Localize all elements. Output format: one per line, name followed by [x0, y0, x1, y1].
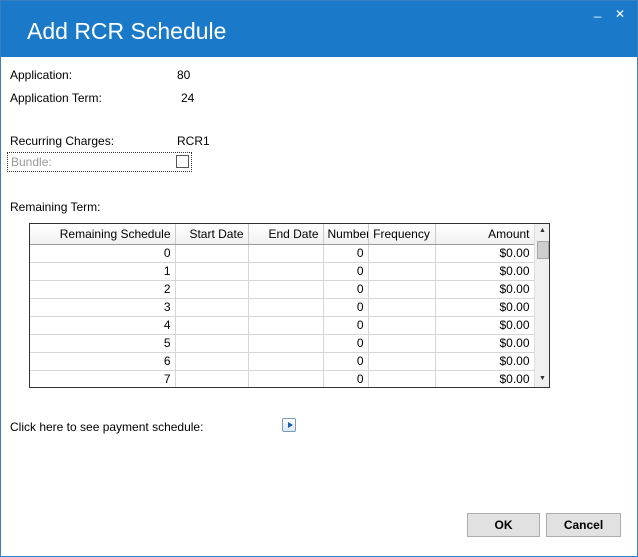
cell-frequency[interactable]: [368, 280, 436, 299]
cell-remaining-schedule[interactable]: 0: [30, 244, 176, 263]
cell-number[interactable]: 0: [323, 370, 369, 387]
cell-remaining-schedule[interactable]: 3: [30, 298, 176, 317]
application-term-value: 24: [181, 91, 195, 105]
table-row[interactable]: 7 0 $0.00: [30, 370, 535, 387]
bundle-checkbox[interactable]: [176, 155, 189, 168]
table-row[interactable]: 0 0 $0.00: [30, 244, 535, 263]
cell-remaining-schedule[interactable]: 6: [30, 352, 176, 371]
grid-header-row: Remaining Schedule Start Date End Date N…: [30, 224, 535, 245]
application-label: Application:: [10, 68, 73, 82]
cell-start-date[interactable]: [175, 316, 249, 335]
dialog-title: Add RCR Schedule: [27, 18, 227, 44]
cell-end-date[interactable]: [248, 262, 324, 281]
cell-frequency[interactable]: [368, 262, 436, 281]
cell-frequency[interactable]: [368, 370, 436, 387]
column-header-amount[interactable]: Amount: [435, 224, 535, 245]
cell-frequency[interactable]: [368, 316, 436, 335]
ok-button[interactable]: OK: [467, 513, 540, 537]
cell-frequency[interactable]: [368, 352, 436, 371]
cell-number[interactable]: 0: [323, 316, 369, 335]
cell-end-date[interactable]: [248, 352, 324, 371]
cell-remaining-schedule[interactable]: 4: [30, 316, 176, 335]
column-header-frequency[interactable]: Frequency: [368, 224, 436, 245]
cell-end-date[interactable]: [248, 244, 324, 263]
cell-number[interactable]: 0: [323, 334, 369, 353]
remaining-term-label: Remaining Term:: [10, 200, 101, 214]
bundle-label: Bundle:: [11, 155, 52, 169]
cell-frequency[interactable]: [368, 334, 436, 353]
application-term-label: Application Term:: [10, 91, 102, 105]
cell-amount[interactable]: $0.00: [435, 280, 535, 299]
cell-amount[interactable]: $0.00: [435, 244, 535, 263]
table-row[interactable]: 1 0 $0.00: [30, 262, 535, 281]
cell-number[interactable]: 0: [323, 262, 369, 281]
application-value: 80: [177, 68, 191, 82]
play-arrow-icon[interactable]: [282, 418, 296, 432]
column-header-remaining-schedule[interactable]: Remaining Schedule: [30, 224, 176, 245]
add-rcr-schedule-dialog: Add RCR Schedule _ ✕ Application: 80 App…: [0, 0, 638, 557]
column-header-start-date[interactable]: Start Date: [175, 224, 249, 245]
cell-amount[interactable]: $0.00: [435, 298, 535, 317]
cell-start-date[interactable]: [175, 334, 249, 353]
cell-remaining-schedule[interactable]: 2: [30, 280, 176, 299]
cell-amount[interactable]: $0.00: [435, 370, 535, 387]
cell-start-date[interactable]: [175, 298, 249, 317]
cell-number[interactable]: 0: [323, 244, 369, 263]
cell-remaining-schedule[interactable]: 1: [30, 262, 176, 281]
minimize-icon[interactable]: _: [594, 3, 601, 18]
bundle-field[interactable]: Bundle:: [7, 152, 192, 172]
cell-frequency[interactable]: [368, 298, 436, 317]
scroll-down-icon[interactable]: ▼: [539, 375, 546, 382]
close-icon[interactable]: ✕: [615, 7, 625, 21]
table-row[interactable]: 3 0 $0.00: [30, 298, 535, 317]
table-row[interactable]: 2 0 $0.00: [30, 280, 535, 299]
grid-vertical-scrollbar[interactable]: ▲ ▼: [534, 224, 549, 387]
grid-body: 0 0 $0.00 1 0 $0.00 2 0 $0.00 3 0 $0.00 4 0 $0.00 5 0 $0.…: [30, 244, 535, 387]
cell-start-date[interactable]: [175, 280, 249, 299]
title-bar: Add RCR Schedule _ ✕: [1, 1, 637, 57]
payment-schedule-label: Click here to see payment schedule:: [10, 420, 204, 434]
cell-number[interactable]: 0: [323, 280, 369, 299]
remaining-schedule-grid[interactable]: Remaining Schedule Start Date End Date N…: [29, 223, 550, 388]
cell-amount[interactable]: $0.00: [435, 334, 535, 353]
cell-start-date[interactable]: [175, 262, 249, 281]
recurring-charges-label: Recurring Charges:: [10, 134, 115, 148]
schedule-table: Remaining Schedule Start Date End Date N…: [30, 224, 535, 387]
cell-remaining-schedule[interactable]: 7: [30, 370, 176, 387]
recurring-charges-value: RCR1: [177, 134, 210, 148]
table-row[interactable]: 6 0 $0.00: [30, 352, 535, 371]
cell-start-date[interactable]: [175, 244, 249, 263]
cell-end-date[interactable]: [248, 370, 324, 387]
cell-end-date[interactable]: [248, 298, 324, 317]
cell-number[interactable]: 0: [323, 298, 369, 317]
cell-number[interactable]: 0: [323, 352, 369, 371]
table-row[interactable]: 4 0 $0.00: [30, 316, 535, 335]
cell-start-date[interactable]: [175, 352, 249, 371]
column-header-end-date[interactable]: End Date: [248, 224, 324, 245]
column-header-number[interactable]: Number: [323, 224, 369, 245]
scrollbar-thumb[interactable]: [537, 241, 549, 259]
cell-amount[interactable]: $0.00: [435, 262, 535, 281]
cell-amount[interactable]: $0.00: [435, 352, 535, 371]
cell-start-date[interactable]: [175, 370, 249, 387]
table-row[interactable]: 5 0 $0.00: [30, 334, 535, 353]
cell-amount[interactable]: $0.00: [435, 316, 535, 335]
cancel-button[interactable]: Cancel: [546, 513, 621, 537]
cell-end-date[interactable]: [248, 280, 324, 299]
cell-end-date[interactable]: [248, 316, 324, 335]
cell-end-date[interactable]: [248, 334, 324, 353]
cell-remaining-schedule[interactable]: 5: [30, 334, 176, 353]
cell-frequency[interactable]: [368, 244, 436, 263]
scroll-up-icon[interactable]: ▲: [539, 227, 546, 234]
